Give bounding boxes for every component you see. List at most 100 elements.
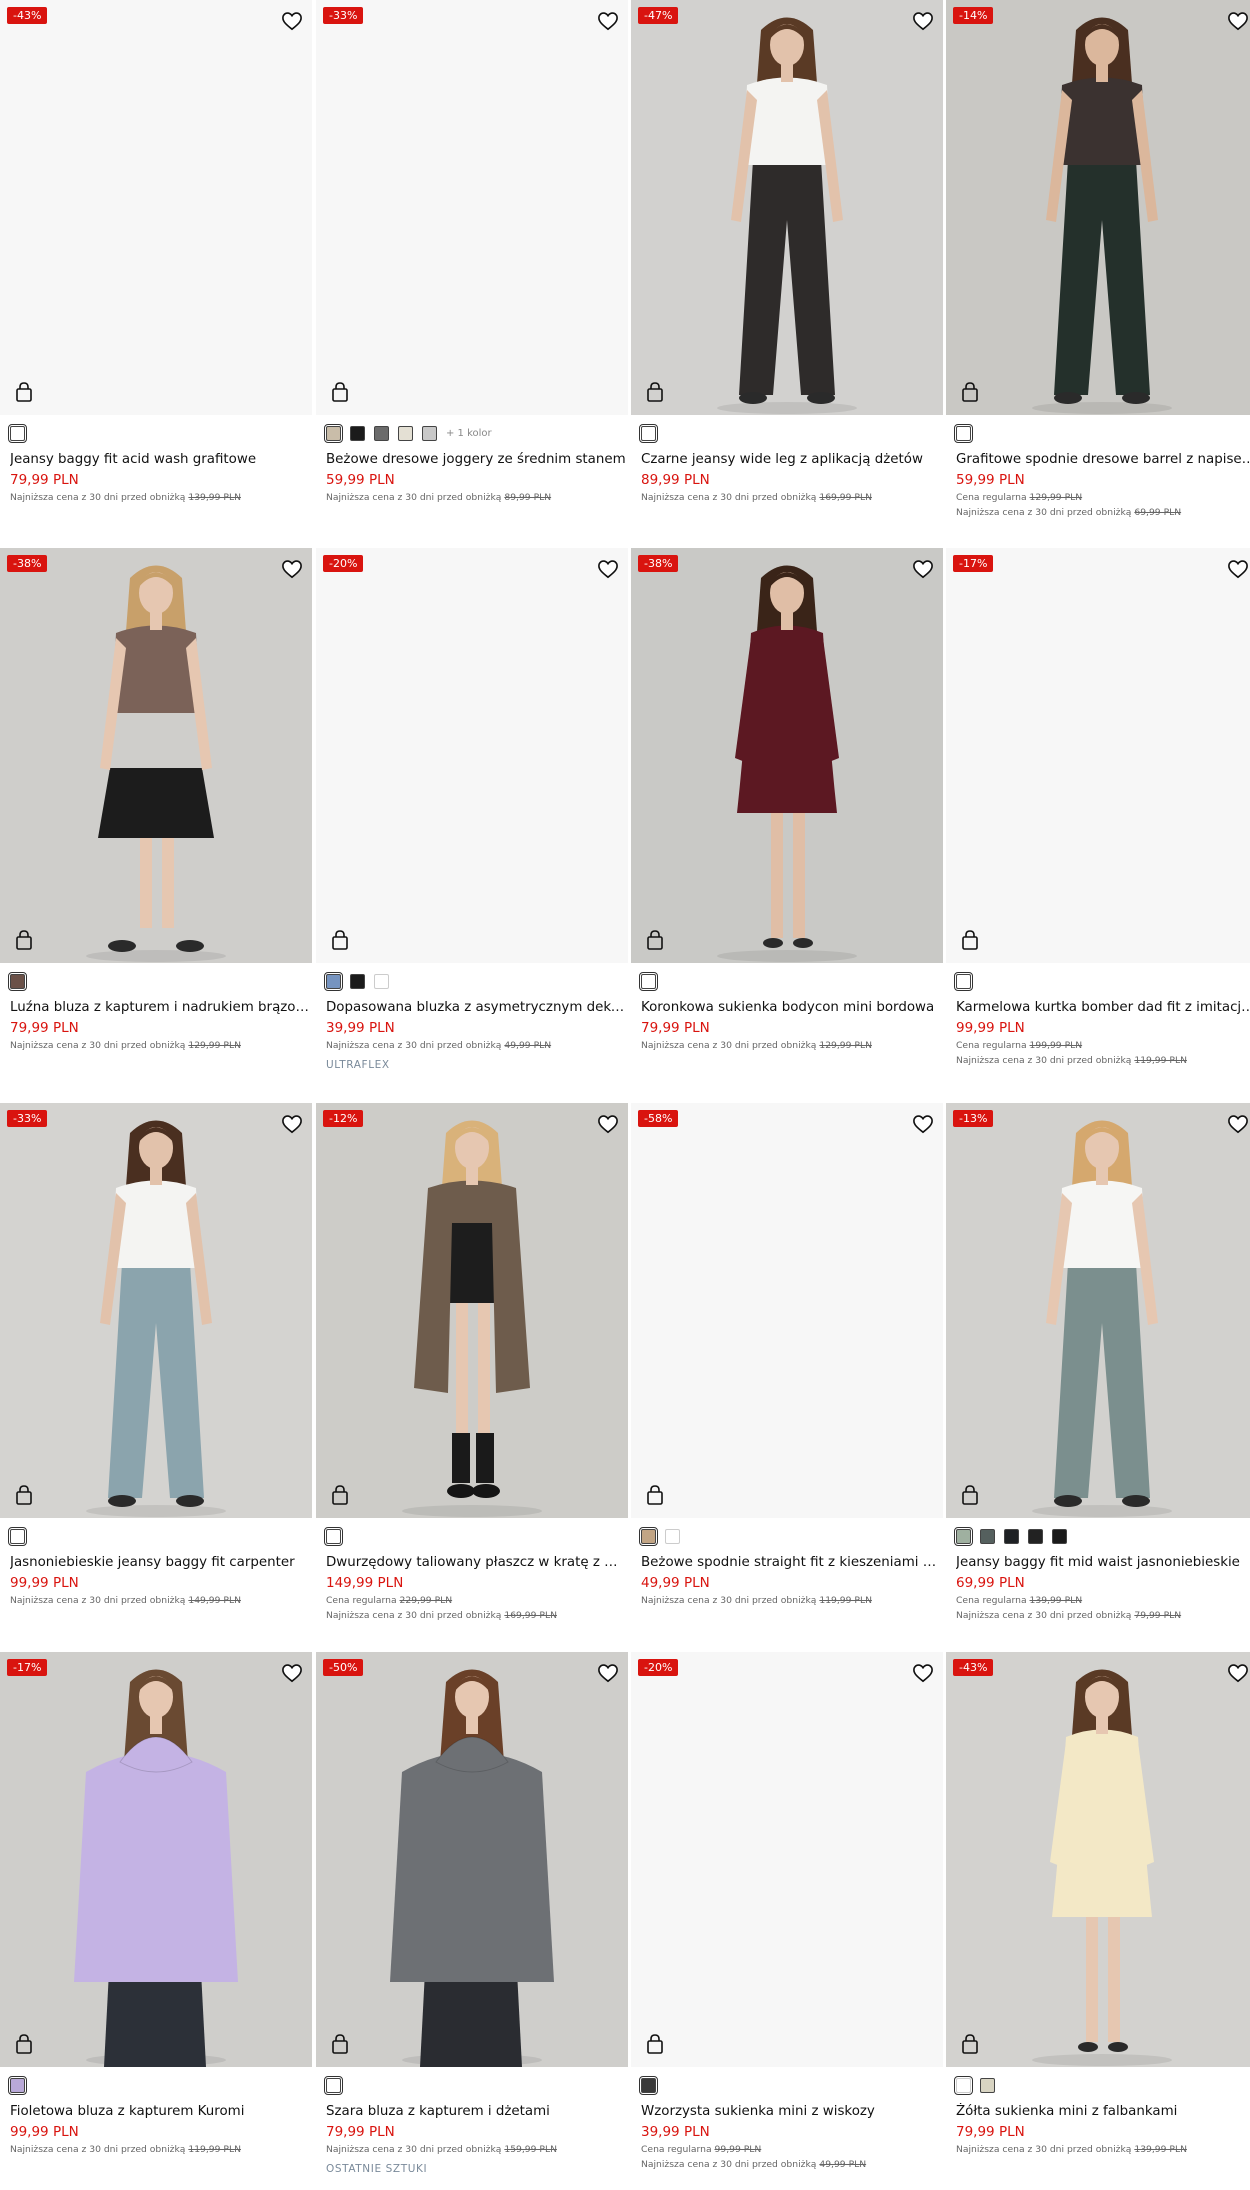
color-swatch[interactable] (1028, 1528, 1043, 1544)
product-name[interactable]: Luźna bluza z kapturem i nadrukiem brązo… (10, 999, 310, 1016)
add-to-bag-icon[interactable] (330, 929, 350, 951)
heart-icon[interactable] (912, 1114, 934, 1134)
product-image[interactable]: -20% (316, 548, 628, 963)
color-swatch[interactable] (665, 1528, 680, 1544)
heart-icon[interactable] (597, 1663, 619, 1683)
add-to-bag-icon[interactable] (645, 1484, 665, 1506)
color-swatch[interactable] (639, 1526, 658, 1546)
color-swatch[interactable] (8, 423, 27, 443)
add-to-bag-icon[interactable] (14, 381, 34, 403)
color-swatch[interactable] (639, 971, 658, 991)
product-card[interactable]: -38% Luźna bluza z kapturem i nadrukiem b… (0, 548, 312, 1052)
color-swatch[interactable] (398, 425, 413, 441)
product-name[interactable]: Dwurzędowy taliowany płaszcz w kratę z d… (326, 1554, 626, 1571)
product-card[interactable]: -12% Dwurzędowy taliowany płaszcz w kratę… (316, 1103, 628, 1622)
heart-icon[interactable] (597, 11, 619, 31)
product-name[interactable]: Koronkowa sukienka bodycon mini bordowa (641, 999, 941, 1016)
color-swatch[interactable] (8, 1526, 27, 1546)
more-colors-label[interactable]: + 1 kolor (446, 428, 492, 439)
add-to-bag-icon[interactable] (645, 381, 665, 403)
product-image[interactable]: -33% (316, 0, 628, 415)
product-name[interactable]: Jasnoniebieskie jeansy baggy fit carpent… (10, 1554, 310, 1571)
color-swatch[interactable] (8, 2075, 27, 2095)
heart-icon[interactable] (912, 559, 934, 579)
color-swatch[interactable] (954, 1526, 973, 1546)
color-swatch[interactable] (374, 425, 389, 441)
color-swatch[interactable] (980, 2077, 995, 2093)
product-name[interactable]: Żółta sukienka mini z falbankami (956, 2103, 1250, 2120)
heart-icon[interactable] (1227, 1663, 1249, 1683)
color-swatch[interactable] (422, 425, 437, 441)
product-card[interactable]: -43% Żółta sukienka mini z falbankami 79,9… (946, 1652, 1250, 2156)
heart-icon[interactable] (281, 559, 303, 579)
color-swatch[interactable] (954, 423, 973, 443)
heart-icon[interactable] (597, 559, 619, 579)
add-to-bag-icon[interactable] (645, 929, 665, 951)
color-swatch[interactable] (980, 1528, 995, 1544)
product-card[interactable]: -13% Jeansy baggy fit mid waist jasnonieb… (946, 1103, 1250, 1622)
product-image[interactable]: -38% (0, 548, 312, 963)
add-to-bag-icon[interactable] (960, 929, 980, 951)
product-image[interactable]: -14% (946, 0, 1250, 415)
product-name[interactable]: Beżowe spodnie straight fit z kieszeniam… (641, 1554, 941, 1571)
product-card[interactable]: -38% Koronkowa sukienka bodycon mini bord… (631, 548, 943, 1052)
heart-icon[interactable] (912, 1663, 934, 1683)
product-card[interactable]: -14% Grafitowe spodnie dresowe barrel z n… (946, 0, 1250, 519)
product-card[interactable]: -50% Szara bluza z kapturem i dżetami 79,9… (316, 1652, 628, 2175)
add-to-bag-icon[interactable] (330, 381, 350, 403)
heart-icon[interactable] (281, 1663, 303, 1683)
add-to-bag-icon[interactable] (330, 1484, 350, 1506)
product-card[interactable]: -58% Beżowe spodnie straight fit z kiesze… (631, 1103, 943, 1607)
product-image[interactable]: -43% (946, 1652, 1250, 2067)
add-to-bag-icon[interactable] (330, 2033, 350, 2055)
product-name[interactable]: Jeansy baggy fit acid wash grafitowe (10, 451, 310, 468)
product-card[interactable]: -43% Jeansy baggy fit acid wash grafitowe… (0, 0, 312, 504)
product-image[interactable]: -43% (0, 0, 312, 415)
product-image[interactable]: -13% (946, 1103, 1250, 1518)
product-name[interactable]: Czarne jeansy wide leg z aplikacją dżetó… (641, 451, 941, 468)
add-to-bag-icon[interactable] (14, 2033, 34, 2055)
color-swatch[interactable] (324, 2075, 343, 2095)
color-swatch[interactable] (324, 423, 343, 443)
heart-icon[interactable] (912, 11, 934, 31)
color-swatch[interactable] (639, 423, 658, 443)
product-name[interactable]: Wzorzysta sukienka mini z wiskozy (641, 2103, 941, 2120)
color-swatch[interactable] (954, 971, 973, 991)
product-card[interactable]: -47% Czarne jeansy wide leg z aplikacją d… (631, 0, 943, 504)
product-name[interactable]: Beżowe dresowe joggery ze średnim stanem (326, 451, 626, 468)
add-to-bag-icon[interactable] (645, 2033, 665, 2055)
add-to-bag-icon[interactable] (960, 2033, 980, 2055)
product-image[interactable]: -17% (946, 548, 1250, 963)
color-swatch[interactable] (1052, 1528, 1067, 1544)
heart-icon[interactable] (1227, 559, 1249, 579)
color-swatch[interactable] (350, 973, 365, 989)
color-swatch[interactable] (954, 2075, 973, 2095)
heart-icon[interactable] (597, 1114, 619, 1134)
product-image[interactable]: -17% (0, 1652, 312, 2067)
product-image[interactable]: -33% (0, 1103, 312, 1518)
product-image[interactable]: -20% (631, 1652, 943, 2067)
product-image[interactable]: -47% (631, 0, 943, 415)
product-name[interactable]: Szara bluza z kapturem i dżetami (326, 2103, 626, 2120)
product-card[interactable]: -33% Jasnoniebieskie jeansy baggy fit car… (0, 1103, 312, 1607)
heart-icon[interactable] (281, 1114, 303, 1134)
add-to-bag-icon[interactable] (14, 929, 34, 951)
product-image[interactable]: -50% (316, 1652, 628, 2067)
product-card[interactable]: -17% Karmelowa kurtka bomber dad fit z im… (946, 548, 1250, 1067)
product-image[interactable]: -38% (631, 548, 943, 963)
product-image[interactable]: -58% (631, 1103, 943, 1518)
heart-icon[interactable] (281, 11, 303, 31)
heart-icon[interactable] (1227, 1114, 1249, 1134)
product-name[interactable]: Dopasowana bluzka z asymetrycznym dekol… (326, 999, 626, 1016)
product-name[interactable]: Jeansy baggy fit mid waist jasnoniebiesk… (956, 1554, 1250, 1571)
color-swatch[interactable] (324, 971, 343, 991)
color-swatch[interactable] (324, 1526, 343, 1546)
product-name[interactable]: Grafitowe spodnie dresowe barrel z napis… (956, 451, 1250, 468)
product-card[interactable]: -20% Dopasowana bluzka z asymetrycznym de… (316, 548, 628, 1071)
product-card[interactable]: -17% Fioletowa bluza z kapturem Kuromi 99,… (0, 1652, 312, 2156)
product-card[interactable]: -33% + 1 kolor Beżowe dresowe joggery ze ś… (316, 0, 628, 504)
heart-icon[interactable] (1227, 11, 1249, 31)
color-swatch[interactable] (8, 971, 27, 991)
add-to-bag-icon[interactable] (960, 1484, 980, 1506)
add-to-bag-icon[interactable] (14, 1484, 34, 1506)
